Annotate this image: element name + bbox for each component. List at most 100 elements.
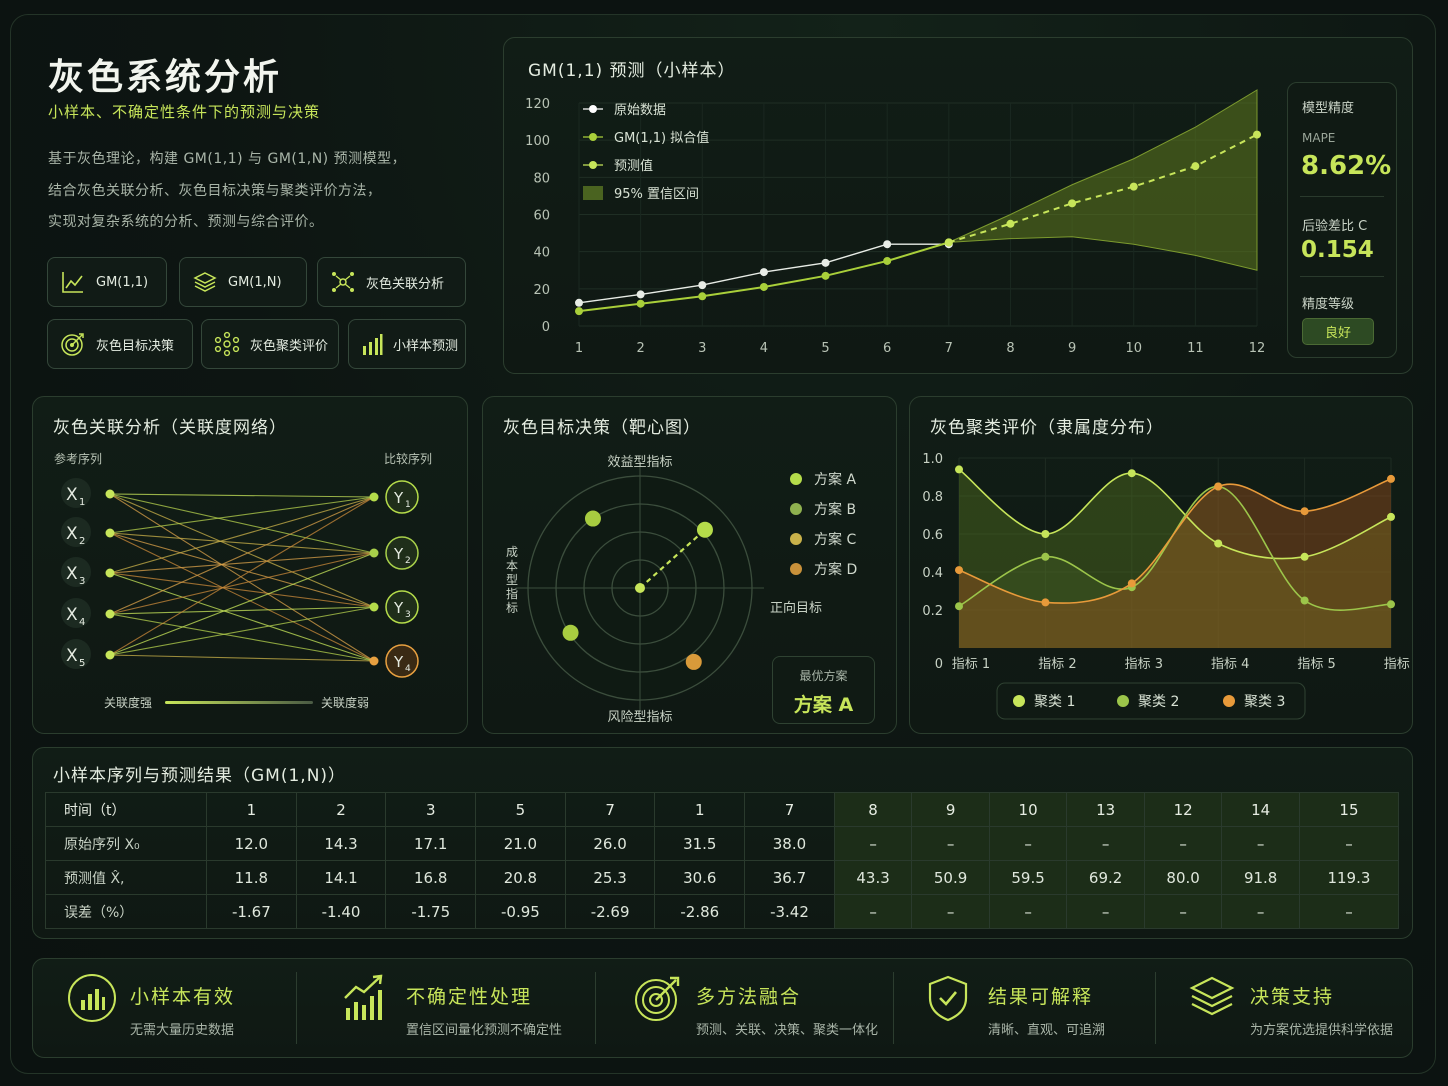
page-subtitle: 小样本、不确定性条件下的预测与决策 <box>48 103 321 121</box>
layers-icon <box>1189 976 1235 1016</box>
table-cell: -1.40 <box>295 894 387 929</box>
divider <box>595 972 596 1044</box>
plan-point <box>696 521 713 538</box>
table-cell: – <box>1143 826 1223 861</box>
feature-decision-support: 决策支持为方案优选提供科学依据 <box>1186 972 1393 1046</box>
table-cell: 13 <box>1066 792 1145 827</box>
legend-label: 聚类 1 <box>1034 694 1075 710</box>
table-cell: 26.0 <box>564 826 656 861</box>
network-icon <box>332 272 354 292</box>
feature-title: 小样本有效 <box>130 986 236 1008</box>
legend-item: 方案 D <box>790 559 857 579</box>
feature-desc: 为方案优选提供科学依据 <box>1250 1023 1394 1038</box>
table-cell: 12.0 <box>206 826 297 861</box>
data-point <box>575 307 583 316</box>
x-tick-label: 5 <box>821 341 829 356</box>
y-tick-label: 0.6 <box>922 528 943 543</box>
table-cell: 14 <box>1221 792 1300 827</box>
method-button-small-sample[interactable]: 小样本预测 <box>348 319 466 369</box>
x-tick-label: 指标 4 <box>1211 657 1249 672</box>
feature-desc: 预测、关联、决策、聚类一体化 <box>696 1023 879 1038</box>
bar-chart-icon <box>363 334 383 355</box>
comparison-node-label: Y <box>393 489 404 507</box>
table-cell: 59.5 <box>988 860 1068 895</box>
legend-label: 原始数据 <box>614 103 666 118</box>
table-cell: 80.0 <box>1143 860 1223 895</box>
method-button-relation[interactable]: 灰色关联分析 <box>317 257 466 307</box>
table-cell: 3 <box>385 792 477 827</box>
legend-item: 方案 C <box>790 529 856 549</box>
x-tick-label: 1 <box>575 341 583 356</box>
data-point <box>944 238 953 247</box>
line-chart-icon <box>62 272 83 293</box>
x-tick-label: 12 <box>1249 341 1266 356</box>
legend-item: 方案 A <box>790 469 856 489</box>
method-button-cluster[interactable]: 灰色聚类评价 <box>201 319 339 369</box>
feature-desc: 置信区间量化预测不确定性 <box>406 1023 563 1038</box>
plan-point <box>685 653 702 670</box>
comparison-dot <box>369 656 379 666</box>
x-tick-label: 指标 3 <box>1125 657 1163 672</box>
comparison-dot <box>369 602 379 612</box>
table-cell: 50.9 <box>911 860 990 895</box>
comparison-dot <box>369 492 379 502</box>
comparison-node-label: Y <box>393 545 404 563</box>
data-point <box>636 290 645 299</box>
reference-node-label: X <box>66 524 78 544</box>
feature-title: 不确定性处理 <box>406 986 533 1008</box>
data-point <box>636 299 645 308</box>
feature-title: 多方法融合 <box>696 986 802 1008</box>
data-point <box>883 240 892 249</box>
table-row-time: 时间（t） 1 2 3 5 7 1 7 8 9 10 13 12 14 15 <box>45 792 1400 827</box>
reference-node-sub: 2 <box>79 536 85 547</box>
x-tick-label: 8 <box>1006 341 1014 356</box>
reference-label: 参考序列 <box>54 451 102 466</box>
row-header: 预测值 X̂, <box>45 860 207 895</box>
relation-network: 参考序列 比较序列X 1X 2X 3X 4X 5Y 1Y 2Y 3Y 4关联度强 关联度弱 <box>54 451 432 710</box>
y-tick-label: 1.0 <box>922 452 943 467</box>
positive-target-label: 正向目标 <box>770 601 823 616</box>
feature-title: 结果可解释 <box>988 986 1094 1008</box>
table-cell: 11.8 <box>206 860 297 895</box>
table-cell: 14.3 <box>295 826 387 861</box>
axis-left-label: 成本型指标 <box>506 545 518 615</box>
plan-point <box>584 510 601 527</box>
x-tick-label: 指标 5 <box>1297 657 1335 672</box>
y-tick-label: 120 <box>525 97 550 112</box>
legend-label: 聚类 2 <box>1138 694 1179 710</box>
data-point <box>1068 199 1077 208</box>
data-point <box>698 292 707 301</box>
data-point <box>698 281 707 290</box>
target-bullseye: 效益型指标风险型指标 成本型指标 <box>506 455 764 725</box>
legend-marker <box>1013 695 1025 707</box>
data-point <box>1006 219 1015 228</box>
cluster-icon <box>214 331 240 357</box>
legend-label: 方案 B <box>814 502 857 518</box>
table-cell: – <box>1066 826 1145 861</box>
feature-title: 决策支持 <box>1250 986 1335 1008</box>
best-plan-value: 方案 A <box>793 694 854 716</box>
shield-check-icon <box>928 975 968 1022</box>
table-cell: 30.6 <box>654 860 746 895</box>
reference-dot <box>105 489 115 499</box>
y-tick-label: 20 <box>533 283 550 298</box>
divider <box>1300 196 1384 197</box>
method-button-gm11[interactable]: GM(1,1) <box>47 257 167 307</box>
mape-label: MAPE <box>1302 131 1336 145</box>
data-point <box>759 282 768 291</box>
membership-point <box>955 602 963 611</box>
membership-point <box>1041 530 1050 538</box>
data-point <box>883 256 892 265</box>
reference-node-sub: 4 <box>79 617 85 628</box>
data-point <box>1129 182 1138 191</box>
x-tick-label: 7 <box>945 341 953 356</box>
x-tick-label: 指标 1 <box>952 657 990 672</box>
method-button-gm1n[interactable]: GM(1,N) <box>179 257 307 307</box>
table-cell: 91.8 <box>1221 860 1300 895</box>
method-button-target[interactable]: 灰色目标决策 <box>47 319 193 369</box>
model-accuracy-card: 模型精度 MAPE 8.62% 后验差比 C 0.154 精度等级 良好 <box>1287 82 1397 358</box>
table-cell: 36.7 <box>744 860 835 895</box>
accuracy-heading: 模型精度 <box>1302 101 1355 116</box>
bar-chart-icon <box>68 974 116 1022</box>
table-cell: -3.42 <box>744 894 835 929</box>
